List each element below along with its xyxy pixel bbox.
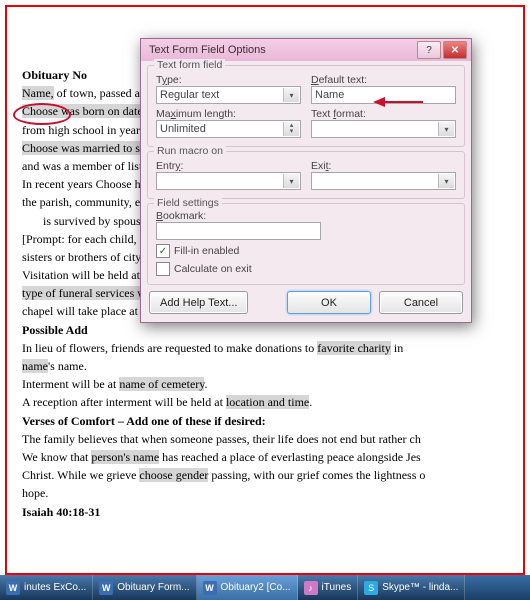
calculate-on-exit-checkbox[interactable]: Calculate on exit xyxy=(156,262,456,276)
taskbar-label: Obituary Form... xyxy=(117,582,189,593)
help-icon: ? xyxy=(426,45,432,56)
doc-line: A reception after interment will be held… xyxy=(22,394,512,410)
taskbar: W inutes ExCo... W Obituary Form... W Ob… xyxy=(0,575,530,600)
doc-line: name's name. xyxy=(22,358,512,374)
help-button[interactable]: ? xyxy=(417,41,441,59)
doc-line: hope. xyxy=(22,485,512,501)
heading-verses: Verses of Comfort – Add one of these if … xyxy=(22,413,512,429)
exit-combo[interactable]: ▾ xyxy=(311,172,456,190)
dropdown-arrow-icon: ▾ xyxy=(438,122,454,136)
skype-icon: S xyxy=(364,581,378,595)
calc-label: Calculate on exit xyxy=(174,263,252,275)
doc-line: The family believes that when someone pa… xyxy=(22,431,512,447)
taskbar-item[interactable]: S Skype™ - linda... xyxy=(358,575,465,600)
dialog-title: Text Form Field Options xyxy=(149,44,415,56)
word-icon: W xyxy=(99,581,113,595)
close-button[interactable]: ✕ xyxy=(443,41,467,59)
entry-label: Entry: xyxy=(156,160,301,172)
word-icon: W xyxy=(203,581,217,595)
entry-combo[interactable]: ▾ xyxy=(156,172,301,190)
maxlen-value: Unlimited xyxy=(160,123,206,135)
doc-line: Christ. While we grieve choose gender pa… xyxy=(22,467,512,483)
checkbox-unchecked-icon xyxy=(156,262,170,276)
doc-line: In lieu of flowers, friends are requeste… xyxy=(22,340,512,356)
doc-line: Interment will be at name of cemetery. xyxy=(22,376,512,392)
checkbox-checked-icon: ✓ xyxy=(156,244,170,258)
doc-line: We know that person's name has reached a… xyxy=(22,449,512,465)
taskbar-item[interactable]: W inutes ExCo... xyxy=(0,575,93,600)
exit-label: Exit: xyxy=(311,160,456,172)
taskbar-item-active[interactable]: W Obituary2 [Co... xyxy=(197,575,298,600)
type-value: Regular text xyxy=(160,89,219,101)
dropdown-arrow-icon: ▾ xyxy=(283,174,299,188)
default-text-value: Name xyxy=(315,89,344,101)
group-label: Run macro on xyxy=(154,145,226,157)
format-combo[interactable]: ▾ xyxy=(311,120,456,138)
dialog-button-bar: Add Help Text... OK Cancel xyxy=(141,287,471,322)
maxlen-spinner[interactable]: Unlimited ▴▾ xyxy=(156,120,301,138)
maxlen-label: Maximum length: xyxy=(156,108,301,120)
dialog-titlebar[interactable]: Text Form Field Options ? ✕ xyxy=(141,39,471,61)
spinner-arrow-icon: ▴▾ xyxy=(283,122,299,136)
close-icon: ✕ xyxy=(451,45,459,56)
taskbar-item[interactable]: W Obituary Form... xyxy=(93,575,196,600)
type-combo[interactable]: Regular text ▾ xyxy=(156,86,301,104)
dropdown-arrow-icon: ▾ xyxy=(438,174,454,188)
cancel-button[interactable]: Cancel xyxy=(379,291,463,314)
form-field-name[interactable]: Name, xyxy=(22,86,54,100)
group-field-settings: Field settings Bookmark: ✓ Fill-in enabl… xyxy=(147,203,465,285)
dropdown-arrow-icon: ▾ xyxy=(283,88,299,102)
type-label: Type: xyxy=(156,74,301,86)
group-label: Text form field xyxy=(154,59,225,71)
itunes-icon: ♪ xyxy=(304,581,318,595)
taskbar-label: inutes ExCo... xyxy=(24,582,86,593)
group-text-form-field: Text form field Type: Regular text ▾ Def… xyxy=(147,65,465,147)
default-text-label: Default text: xyxy=(311,74,456,86)
group-label: Field settings xyxy=(154,197,222,209)
taskbar-label: iTunes xyxy=(322,582,352,593)
heading-isaiah: Isaiah 40:18-31 xyxy=(22,504,512,520)
fillin-label: Fill-in enabled xyxy=(174,245,239,257)
taskbar-label: Skype™ - linda... xyxy=(382,582,458,593)
fillin-enabled-checkbox[interactable]: ✓ Fill-in enabled xyxy=(156,244,456,258)
heading-possible-add: Possible Add xyxy=(22,322,512,338)
text-form-field-options-dialog: Text Form Field Options ? ✕ Text form fi… xyxy=(140,38,472,323)
ok-button[interactable]: OK xyxy=(287,291,371,314)
taskbar-item[interactable]: ♪ iTunes xyxy=(298,575,359,600)
bookmark-label: Bookmark: xyxy=(156,210,321,222)
group-run-macro: Run macro on Entry: ▾ Exit: ▾ xyxy=(147,151,465,199)
format-label: Text format: xyxy=(311,108,456,120)
taskbar-label: Obituary2 [Co... xyxy=(221,582,291,593)
word-icon: W xyxy=(6,581,20,595)
bookmark-input[interactable] xyxy=(156,222,321,240)
add-help-text-button[interactable]: Add Help Text... xyxy=(149,291,248,314)
default-text-input[interactable]: Name xyxy=(311,86,456,104)
